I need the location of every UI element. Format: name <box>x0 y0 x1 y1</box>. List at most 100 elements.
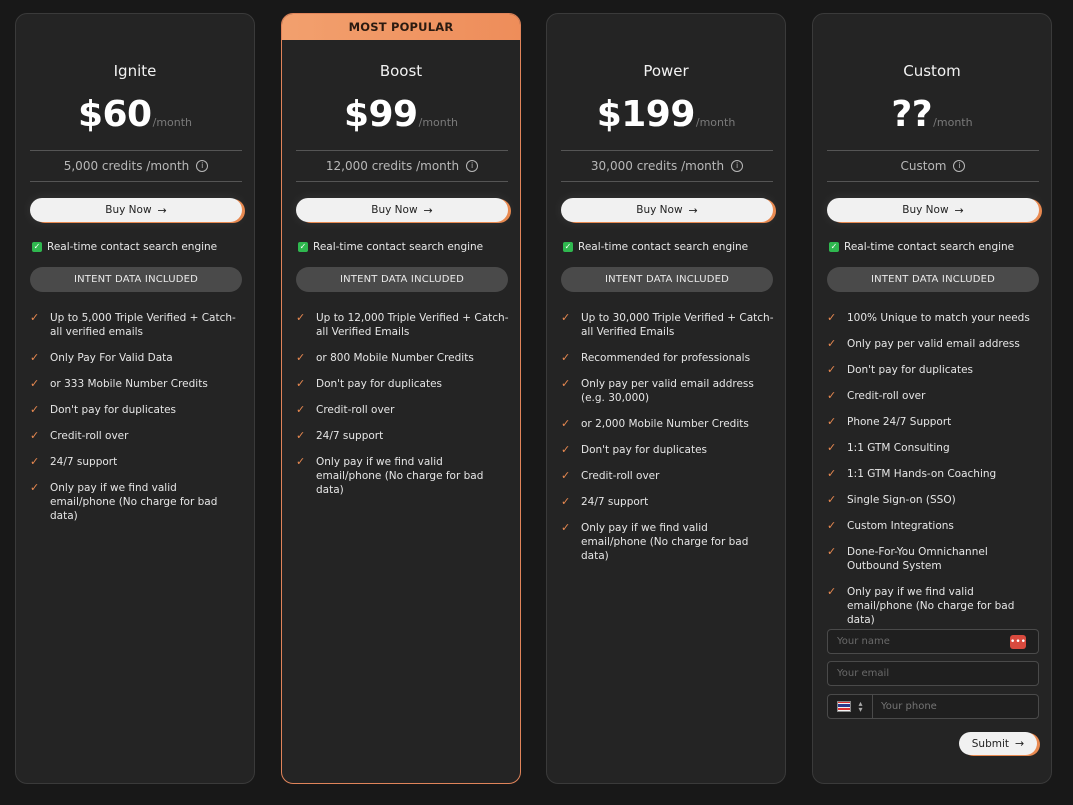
arrow-right-icon: → <box>688 203 698 217</box>
intent-data-badge: INTENT DATA INCLUDED <box>30 267 242 292</box>
check-icon: ✓ <box>296 455 306 468</box>
feature-item: ✓ Only pay per valid email address <box>827 337 1020 350</box>
check-icon: ✓ <box>827 441 837 454</box>
realtime-feature-label: Real-time contact search engine <box>844 241 1015 253</box>
check-icon: ✓ <box>827 519 837 532</box>
green-check-icon: ✓ <box>298 242 308 252</box>
phone-input[interactable] <box>873 695 1038 718</box>
name-placeholder: Your name <box>837 636 890 647</box>
credits-label: 12,000 credits /month <box>325 159 460 173</box>
price-period: /month <box>152 116 193 129</box>
feature-item: ✓ Recommended for professionals <box>561 351 751 364</box>
check-icon: ✓ <box>561 495 571 508</box>
price-row: $99 /month <box>282 94 520 135</box>
check-icon: ✓ <box>827 585 837 598</box>
plan-price: $60 <box>77 94 152 135</box>
feature-item: ✓ or 333 Mobile Number Credits <box>30 377 208 390</box>
check-icon: ✓ <box>30 377 40 390</box>
plan-card-ignite: Ignite $60 /month 5,000 credits /month i… <box>15 13 255 784</box>
price-row: ?? /month <box>813 94 1051 135</box>
plan-price: ?? <box>891 94 933 135</box>
feature-item: ✓ Only pay if we find valid email/phone (… <box>296 455 484 496</box>
feature-item: ✓ Only pay if we find valid email/phone (… <box>827 585 1015 626</box>
check-icon: ✓ <box>561 351 571 364</box>
feature-item: ✓ 24/7 support <box>30 455 118 468</box>
feature-item: ✓ 100% Unique to match your needs <box>827 311 1030 324</box>
check-icon: ✓ <box>30 455 40 468</box>
chevron-updown-icon: ▴ ▾ <box>858 698 863 714</box>
plan-card-custom: Custom ?? /month Custom i Buy Now → ✓ Re… <box>812 13 1052 784</box>
buy-now-button[interactable]: Buy Now → <box>827 198 1039 222</box>
feature-item: ✓ Up to 30,000 Triple Verified + Catch-al… <box>561 311 774 338</box>
check-icon: ✓ <box>296 403 306 416</box>
check-icon: ✓ <box>561 443 571 456</box>
buy-now-button[interactable]: Buy Now → <box>561 198 773 222</box>
credits-label: 30,000 credits /month <box>590 159 725 173</box>
price-period: /month <box>933 116 973 129</box>
name-field[interactable]: Your name ••• <box>827 629 1039 654</box>
credits-label: Custom <box>900 159 947 173</box>
feature-item: ✓ Don't pay for duplicates <box>561 443 708 456</box>
price-row: $199 /month <box>547 94 785 135</box>
check-icon: ✓ <box>827 493 837 506</box>
info-icon[interactable]: i <box>196 160 209 172</box>
country-select[interactable]: ▴ ▾ <box>828 695 873 718</box>
check-icon: ✓ <box>30 481 40 494</box>
realtime-feature-label: Real-time contact search engine <box>313 241 484 253</box>
intent-data-badge: INTENT DATA INCLUDED <box>296 267 508 292</box>
feature-item: ✓ 1:1 GTM Consulting <box>827 441 950 454</box>
check-icon: ✓ <box>827 311 837 324</box>
feature-item: ✓ Up to 12,000 Triple Verified + Catch-al… <box>296 311 509 338</box>
feature-item: ✓ Custom Integrations <box>827 519 954 532</box>
plan-name: Power <box>643 62 689 80</box>
check-icon: ✓ <box>296 429 306 442</box>
autofill-dots-icon[interactable]: ••• <box>1010 635 1026 649</box>
feature-item: ✓ Don't pay for duplicates <box>296 377 443 390</box>
plan-name: Boost <box>379 62 423 80</box>
feature-item: ✓ Only pay per valid email address (e.g. … <box>561 377 754 404</box>
intent-data-badge: INTENT DATA INCLUDED <box>561 267 773 292</box>
feature-item: ✓ Phone 24/7 Support <box>827 415 952 428</box>
realtime-feature-label: Real-time contact search engine <box>578 241 749 253</box>
check-icon: ✓ <box>561 417 571 430</box>
email-field[interactable]: Your email <box>827 661 1039 686</box>
feature-list: ✓ Up to 5,000 Triple Verified + Catch-all… <box>30 311 244 535</box>
feature-item: ✓ or 800 Mobile Number Credits <box>296 351 474 364</box>
info-icon[interactable]: i <box>466 160 479 172</box>
price-period: /month <box>695 116 736 129</box>
thailand-flag-icon <box>837 701 852 712</box>
check-icon: ✓ <box>827 467 837 480</box>
check-icon: ✓ <box>827 389 837 402</box>
info-icon[interactable]: i <box>953 160 966 172</box>
phone-field-group: ▴ ▾ <box>827 694 1039 719</box>
feature-item: ✓ Only Pay For Valid Data <box>30 351 173 364</box>
buy-now-button[interactable]: Buy Now → <box>30 198 242 222</box>
feature-item: ✓ 24/7 support <box>296 429 384 442</box>
price-row: $60 /month <box>16 94 254 135</box>
feature-item: ✓ Single Sign-on (SSO) <box>827 493 956 506</box>
realtime-feature: ✓ Real-time contact search engine <box>32 241 217 253</box>
feature-list: ✓ 100% Unique to match your needs ✓ Only p… <box>827 311 1041 639</box>
buy-now-label: Buy Now <box>105 204 152 216</box>
realtime-feature: ✓ Real-time contact search engine <box>829 241 1014 253</box>
submit-button[interactable]: Submit → <box>959 732 1037 755</box>
green-check-icon: ✓ <box>829 242 839 252</box>
credits-row: 12,000 credits /month i <box>296 150 508 182</box>
feature-item: ✓ Done-For-You Omnichannel Outbound Syste… <box>827 545 988 572</box>
info-icon[interactable]: i <box>731 160 744 172</box>
green-check-icon: ✓ <box>563 242 573 252</box>
check-icon: ✓ <box>827 337 837 350</box>
check-icon: ✓ <box>827 415 837 428</box>
check-icon: ✓ <box>561 311 571 324</box>
submit-label: Submit <box>971 737 1010 750</box>
feature-list: ✓ Up to 12,000 Triple Verified + Catch-al… <box>296 311 510 509</box>
buy-now-label: Buy Now <box>902 204 949 216</box>
arrow-right-icon: → <box>954 203 964 217</box>
feature-item: ✓ Credit-roll over <box>30 429 129 442</box>
realtime-feature-label: Real-time contact search engine <box>47 241 218 253</box>
feature-item: ✓ Up to 5,000 Triple Verified + Catch-all… <box>30 311 236 338</box>
buy-now-button[interactable]: Buy Now → <box>296 198 508 222</box>
feature-item: ✓ Don't pay for duplicates <box>30 403 177 416</box>
most-popular-badge: MOST POPULAR <box>282 14 520 40</box>
check-icon: ✓ <box>561 521 571 534</box>
